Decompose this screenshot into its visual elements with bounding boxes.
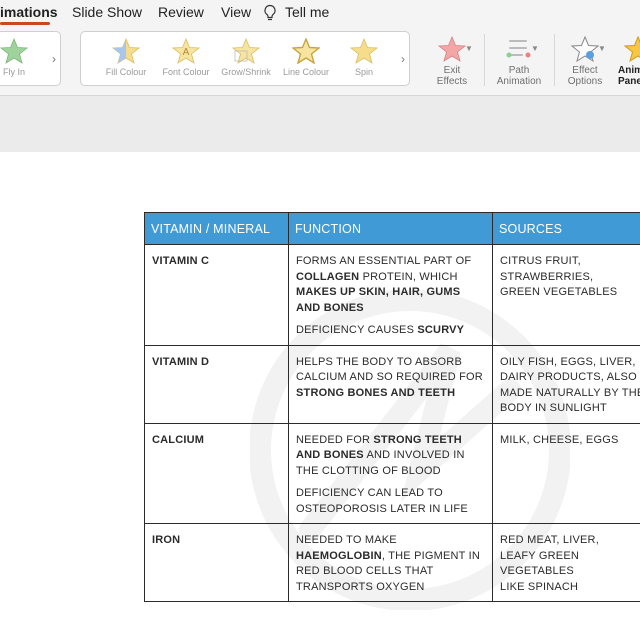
effect-fill-colour[interactable]: Fill Colour (95, 38, 157, 77)
svg-text:A: A (183, 47, 190, 58)
table-row: VITAMIN D HELPS THE BODY TO ABSORB CALCI… (144, 344, 640, 424)
star-icon: A (172, 38, 200, 64)
function-paragraph: NEEDED FOR STRONG TEETH AND BONES AND IN… (296, 433, 465, 477)
table-header-row: VITAMIN / MINERAL FUNCTION SOURCES (144, 212, 640, 245)
source-line: BODY IN SUNLIGHT (500, 402, 607, 414)
source-line: CITRUS FRUIT, (500, 255, 581, 267)
source-line: OILY FISH, EGGS, LIVER, (500, 355, 636, 368)
source-line: DAIRY PRODUCTS, ALSO (500, 371, 637, 383)
sources-cell: CITRUS FRUIT, STRAWBERRIES, GREEN VEGETABL… (492, 244, 640, 346)
star-icon (624, 36, 640, 62)
function-cell: NEEDED TO MAKE HAEMOGLOBIN, THE PIGMENT … (288, 523, 493, 602)
vitamin-table: VITAMIN / MINERAL FUNCTION SOURCES VITAM… (144, 212, 640, 602)
table-row: VITAMIN C FORMS AN ESSENTIAL PART OF COL… (144, 244, 640, 346)
tab-review[interactable]: Review (158, 4, 204, 20)
path-animation-button[interactable]: Path Animation (490, 36, 548, 87)
star-icon (438, 36, 466, 62)
column-header: SOURCES (492, 212, 640, 245)
path-animation-icon (506, 40, 531, 58)
slide-workspace (0, 96, 640, 152)
entrance-gallery: Fly In › (0, 31, 61, 86)
star-icon (112, 38, 140, 64)
tab-view[interactable]: View (221, 4, 251, 20)
source-line: MADE NATURALLY BY THE (500, 386, 640, 399)
chevron-right-icon[interactable]: › (401, 52, 405, 66)
sources-cell: RED MEAT, LIVER, LEAFY GREEN VEGETABLES LIK… (492, 523, 640, 602)
ribbon-tab-bar: imations Slide Show Review View Tell me (0, 0, 640, 28)
function-paragraph: DEFICIENCY CAN LEAD TO OSTEOPOROSIS LATE… (296, 487, 468, 515)
active-tab-indicator (0, 22, 50, 25)
effect-spin[interactable]: Spin (333, 38, 395, 77)
emphasis-gallery: Fill Colour A Font Colour Grow/Shrink Li… (80, 31, 410, 86)
table-row: IRON NEEDED TO MAKE HAEMOGLOBIN, THE PIG… (144, 523, 640, 602)
star-icon (292, 38, 320, 64)
effect-font-colour[interactable]: A Font Colour (155, 38, 217, 77)
nutrient-name: VITAMIN C (144, 244, 289, 346)
nutrient-name: CALCIUM (144, 422, 289, 524)
star-icon (350, 38, 378, 64)
function-paragraph: DEFICIENCY CAUSES SCURVY (296, 324, 465, 336)
source-line: MILK, CHEESE, EGGS (500, 433, 619, 446)
sources-cell: OILY FISH, EGGS, LIVER, DAIRY PRODUCTS, A… (492, 344, 640, 424)
effect-options-icon (571, 36, 599, 62)
chevron-down-icon[interactable]: ▼ (598, 44, 606, 53)
star-icon (0, 38, 28, 64)
chevron-down-icon[interactable]: ▼ (531, 44, 539, 53)
effect-grow-shrink[interactable]: Grow/Shrink (215, 38, 277, 77)
ribbon-divider (484, 34, 485, 86)
function-paragraph: HELPS THE BODY TO ABSORB CALCIUM AND SO … (296, 355, 483, 399)
function-paragraph: NEEDED TO MAKE HAEMOGLOBIN, THE PIGMENT … (296, 534, 481, 593)
source-line: LIKE SPINACH (500, 580, 579, 593)
source-line: VEGETABLES (500, 565, 574, 577)
column-header: FUNCTION (288, 212, 493, 245)
nutrient-name: IRON (144, 523, 289, 602)
star-icon (232, 38, 260, 64)
tab-slide-show[interactable]: Slide Show (72, 4, 142, 20)
source-line: LEAFY GREEN (500, 549, 580, 562)
chevron-down-icon[interactable]: ▼ (465, 44, 473, 53)
animations-ribbon: Fly In › Fill Colour A Font Colour Grow/… (0, 28, 640, 96)
source-line: RED MEAT, LIVER, (500, 534, 599, 546)
effect-line-colour[interactable]: Line Colour (275, 38, 337, 77)
source-line: STRAWBERRIES, (500, 270, 594, 283)
tab-tell-me[interactable]: Tell me (285, 4, 329, 20)
function-cell: HELPS THE BODY TO ABSORB CALCIUM AND SO … (288, 344, 493, 424)
tab-animations[interactable]: imations (0, 4, 58, 20)
animation-pane-button[interactable]: Animation Pane (610, 36, 640, 87)
effect-fly-in[interactable]: Fly In (0, 38, 41, 77)
sources-cell: MILK, CHEESE, EGGS (492, 422, 640, 524)
function-cell: NEEDED FOR STRONG TEETH AND BONES AND IN… (288, 422, 493, 524)
chevron-right-icon[interactable]: › (52, 52, 56, 66)
column-header: VITAMIN / MINERAL (144, 212, 289, 245)
function-cell: FORMS AN ESSENTIAL PART OF COLLAGEN PROT… (288, 244, 493, 346)
source-line: GREEN VEGETABLES (500, 286, 618, 298)
table-row: CALCIUM NEEDED FOR STRONG TEETH AND BONE… (144, 422, 640, 524)
function-paragraph: FORMS AN ESSENTIAL PART OF COLLAGEN PROT… (296, 255, 472, 314)
lightbulb-icon[interactable] (263, 4, 277, 22)
ribbon-divider (554, 34, 555, 86)
nutrient-name: VITAMIN D (144, 344, 289, 424)
